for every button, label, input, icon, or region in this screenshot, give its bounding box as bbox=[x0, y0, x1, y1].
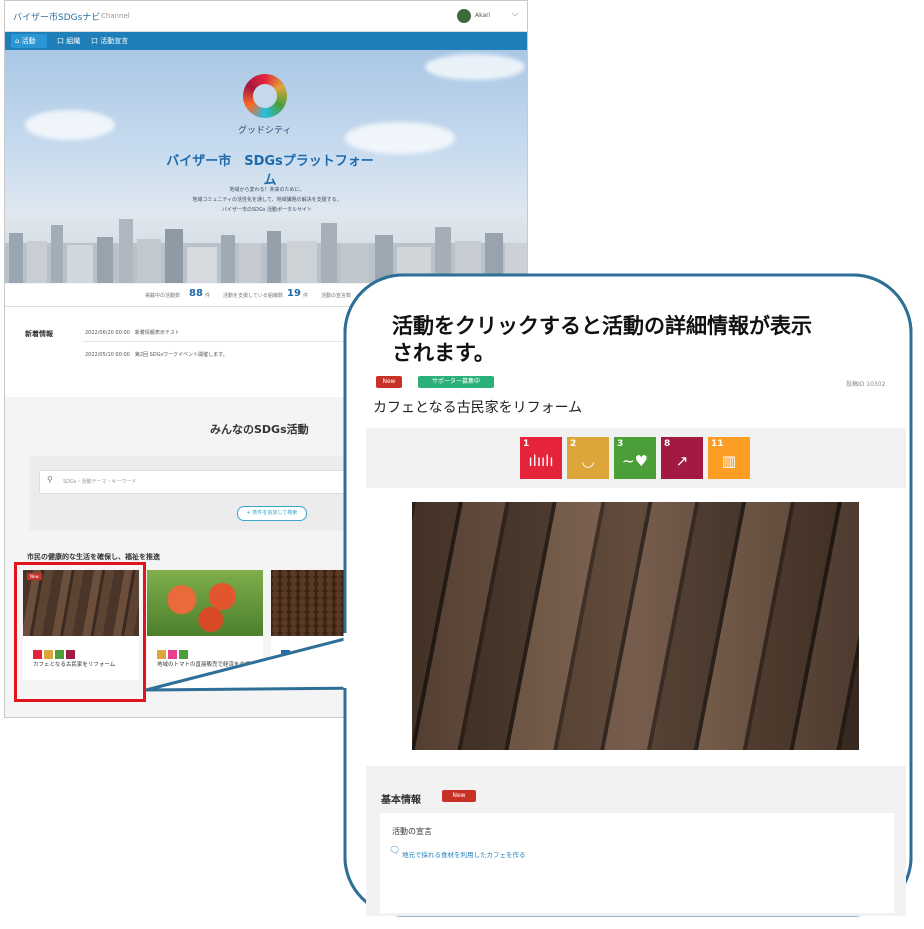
sdg-number: 11 bbox=[711, 439, 724, 449]
sdg-11-sustainable-cities-icon[interactable]: 11 ▥ bbox=[708, 437, 750, 479]
sdg-number: 8 bbox=[664, 439, 671, 449]
callout-caption-line: 活動をクリックすると活動の詳細情報が表示 bbox=[392, 314, 812, 338]
post-id: 投稿ID 10302 bbox=[846, 381, 886, 388]
sdg-number: 1 bbox=[523, 439, 530, 449]
sdg-number: 3 bbox=[617, 439, 624, 449]
declaration-card bbox=[380, 813, 894, 913]
sdg-2-zero-hunger-icon[interactable]: 2 ◡ bbox=[567, 437, 609, 479]
callout-caption-line: されます。 bbox=[392, 341, 495, 365]
sdg-8-decent-work-icon[interactable]: 8 ↗ bbox=[661, 437, 703, 479]
photo-shading bbox=[412, 502, 859, 750]
bowl-icon: ◡ bbox=[581, 452, 595, 470]
declaration-label: 活動の宣言 bbox=[392, 827, 432, 836]
declaration-link[interactable]: 地元で採れる食材を利用したカフェを作る bbox=[402, 849, 526, 859]
basic-info-heading: 基本情報 bbox=[381, 795, 421, 806]
activity-title: カフェとなる古民家をリフォーム bbox=[373, 400, 583, 416]
sdg-number: 2 bbox=[570, 439, 577, 449]
heartbeat-icon: ~♥ bbox=[621, 452, 648, 470]
growth-chart-icon: ↗ bbox=[675, 452, 689, 470]
new-badge: New bbox=[376, 376, 402, 388]
buildings-icon: ▥ bbox=[721, 452, 737, 470]
callout-caption: 活動をクリックすると活動の詳細情報が表示 されます。 bbox=[392, 313, 892, 367]
speech-bubble-icon: 🗨 bbox=[389, 846, 401, 856]
new-badge: New bbox=[442, 790, 476, 802]
people-icon: ılıılı bbox=[528, 452, 554, 470]
sdg-1-no-poverty-icon[interactable]: 1 ılıılı bbox=[520, 437, 562, 479]
supporter-badge: サポーター募集中 bbox=[418, 376, 494, 388]
sdg-3-good-health-icon[interactable]: 3 ~♥ bbox=[614, 437, 656, 479]
